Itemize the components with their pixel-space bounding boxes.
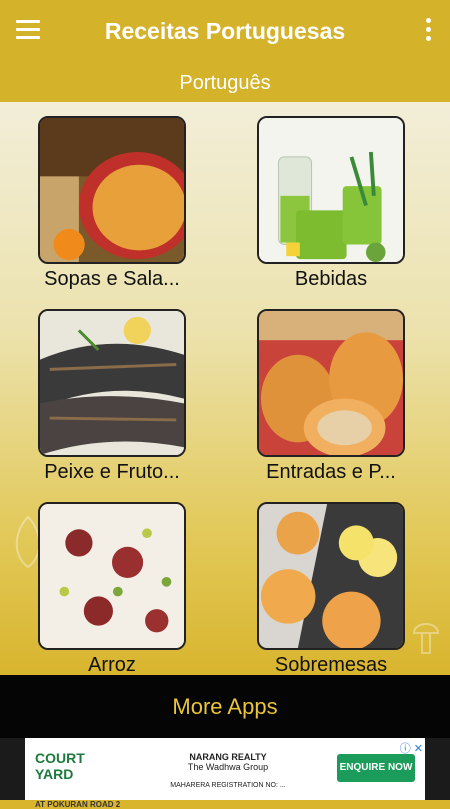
ad-close-icon[interactable]: ⓘ ✕ [400,740,423,756]
category-card-desserts[interactable]: Sobremesas [236,502,426,675]
category-card-fish[interactable]: Peixe e Fruto... [17,309,207,484]
ad-middle: NARANG REALTY The Wadhwa Group MAHARERA … [133,744,323,789]
app-bar: Receitas Portuguesas [0,0,450,64]
overflow-menu-icon[interactable] [424,18,432,44]
category-image [38,116,186,264]
ad-content[interactable]: COURT YARD AT POKURAN ROAD 2 NARANG REAL… [25,738,425,809]
category-card-rice[interactable]: Arroz [17,502,207,675]
category-label: Peixe e Fruto... [44,461,180,483]
app-title: Receitas Portuguesas [104,18,346,44]
enquire-now-button[interactable]: ENQUIRE NOW [337,754,415,782]
category-label: Entradas e P... [266,461,396,483]
ad-realty: NARANG REALTY [189,752,267,762]
category-card-soups[interactable]: Sopas e Sala... [17,116,207,291]
category-image [38,502,186,650]
category-card-starters[interactable]: Entradas e P... [236,309,426,484]
category-image [38,309,186,457]
category-card-drinks[interactable]: Bebidas [236,116,426,291]
more-apps-button[interactable]: More Apps [0,675,450,738]
category-label: Bebidas [294,268,368,290]
category-image [257,116,405,264]
ad-banner[interactable]: COURT YARD AT POKURAN ROAD 2 NARANG REAL… [0,738,450,809]
ad-group: The Wadhwa Group [187,762,269,772]
ad-brand: COURT YARD AT POKURAN ROAD 2 [35,742,123,809]
category-image [257,309,405,457]
language-label[interactable]: Português [0,64,450,102]
category-grid: Sopas e Sala... Bebidas Peixe e Fruto...… [0,102,450,675]
ad-brand-title: COURT YARD [35,750,85,782]
ad-brand-subtitle: AT POKURAN ROAD 2 [35,800,121,809]
category-label: Sobremesas [274,654,388,675]
category-label: Arroz [88,654,136,675]
category-image [257,502,405,650]
ad-reg: MAHARERA REGISTRATION NO: ... [170,782,286,789]
category-label: Sopas e Sala... [44,268,180,290]
